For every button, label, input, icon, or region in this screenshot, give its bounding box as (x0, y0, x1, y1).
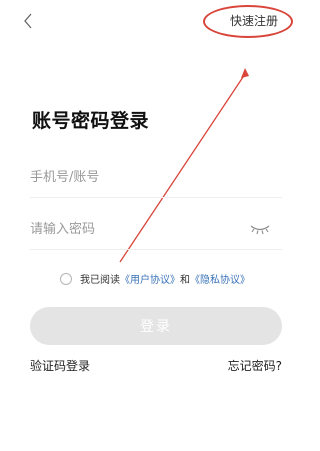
privacy-policy-link[interactable]: 《隐私协议》 (190, 271, 250, 286)
forgot-password-link[interactable]: 忘记密码? (228, 357, 282, 374)
annotation-circle (203, 5, 293, 38)
agreement-prefix: 我已阅读 (80, 275, 120, 286)
password-field (30, 212, 282, 250)
eye-closed-icon[interactable] (250, 224, 270, 236)
agreement-checkbox[interactable] (60, 272, 72, 285)
account-field (30, 160, 282, 198)
chevron-left-icon (24, 13, 32, 29)
back-button[interactable] (18, 10, 38, 32)
user-agreement-link[interactable]: 《用户协议》 (120, 271, 180, 286)
account-input[interactable] (30, 160, 240, 194)
login-button[interactable]: 登录 (30, 307, 282, 345)
agreement-conjunction: 和 (180, 275, 190, 286)
page-title: 账号密码登录 (32, 110, 150, 132)
agreement-row: 我已阅读 《用户协议》 和 《隐私协议》 (60, 271, 250, 286)
sms-login-link[interactable]: 验证码登录 (30, 357, 90, 374)
password-input[interactable] (30, 212, 240, 246)
